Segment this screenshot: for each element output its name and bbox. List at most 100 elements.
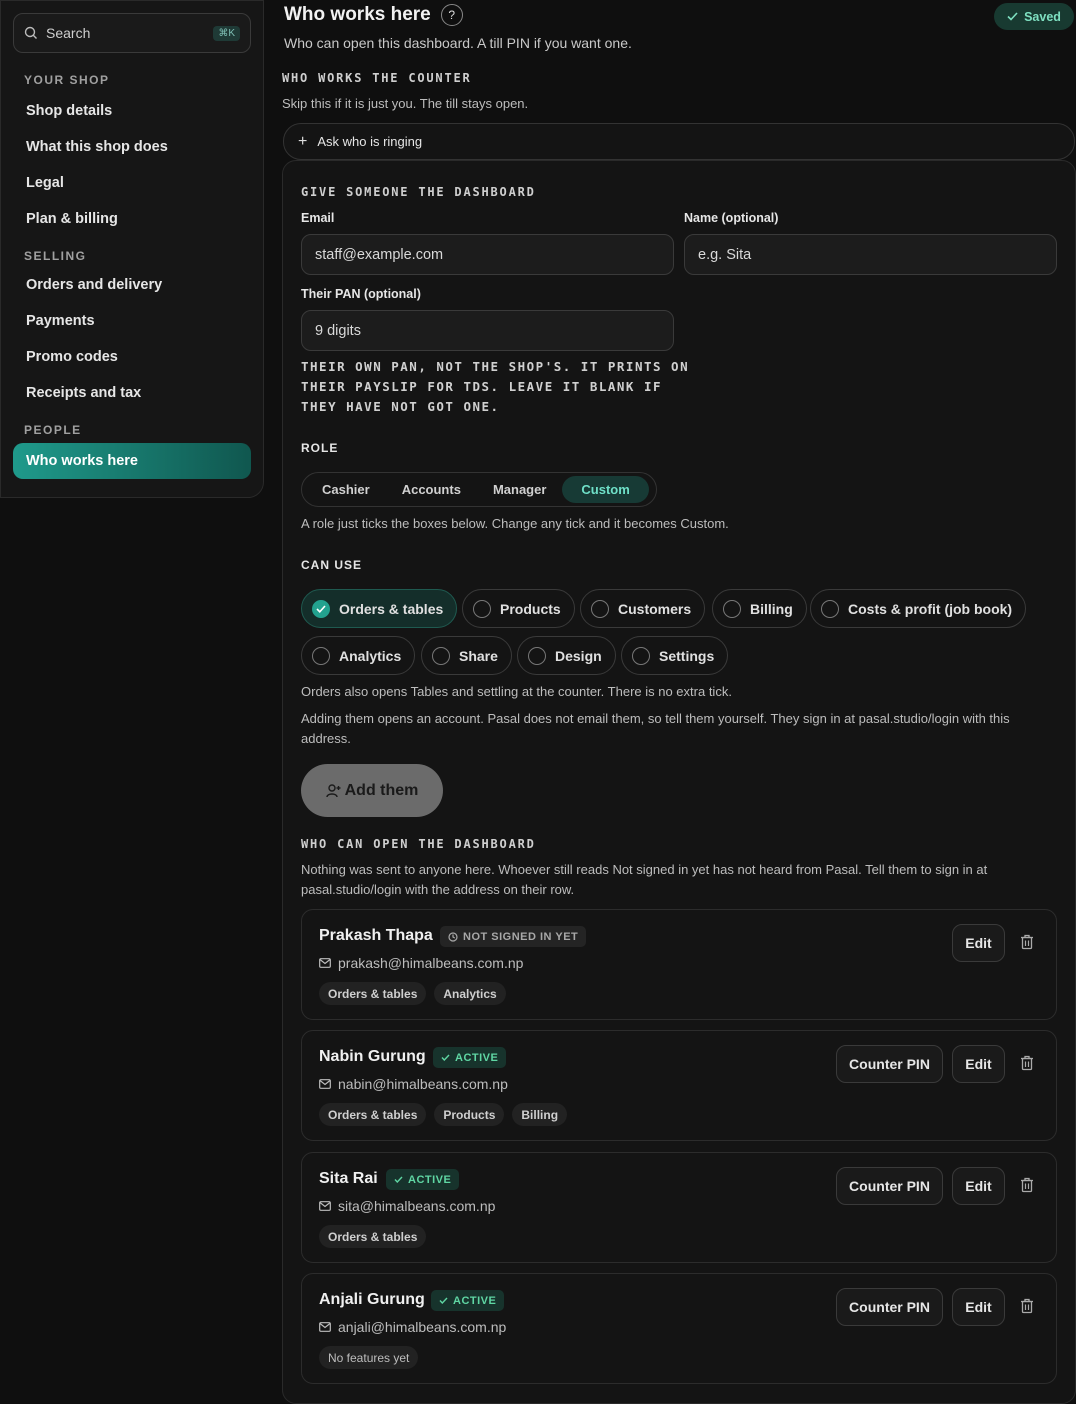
member-email: sita@himalbeans.com.np [319,1198,495,1214]
role-accounts[interactable]: Accounts [386,476,477,503]
mail-icon [319,958,331,968]
edit-button[interactable]: Edit [952,1167,1005,1205]
permission-costs-profit[interactable]: Costs & profit (job book) [810,589,1027,628]
check-icon [439,1297,448,1304]
mail-icon [319,1201,331,1211]
member-email: anjali@himalbeans.com.np [319,1319,506,1335]
member-tags: Orders & tables Products Billing [319,1103,568,1126]
sidebar-item-legal[interactable]: Legal [13,165,251,201]
name-label: Name (optional) [684,211,779,225]
email-text: nabin@himalbeans.com.np [338,1076,508,1092]
ask-label: Ask who is ringing [317,134,423,149]
account-note: Adding them opens an account. Pasal does… [301,711,1010,746]
member-email: nabin@himalbeans.com.np [319,1076,508,1092]
checkbox-icon [632,646,650,665]
member-tags: Orders & tables [319,1225,427,1248]
trash-icon[interactable] [1020,934,1034,950]
tag: Orders & tables [319,1103,427,1126]
counter-pin-button[interactable]: Counter PIN [836,1167,943,1205]
counter-pin-button[interactable]: Counter PIN [836,1288,943,1326]
tag: Orders & tables [319,1225,427,1248]
status-badge: NOT SIGNED IN YET [440,926,587,947]
add-them-button[interactable]: Add them [301,764,443,817]
role-note: A role just ticks the boxes below. Chang… [301,516,729,531]
member-card-sita: Sita Rai ACTIVE sita@himalbeans.com.np O… [301,1152,1057,1263]
permission-label: Orders & tables [339,600,444,617]
sidebar-item-payments[interactable]: Payments [13,303,251,339]
permission-products[interactable]: Products [462,589,575,628]
trash-icon[interactable] [1020,1177,1034,1193]
permission-settings[interactable]: Settings [621,636,729,675]
sidebar-section-your-shop: YOUR SHOP [24,73,110,87]
role-custom[interactable]: Custom [562,476,649,503]
permission-design[interactable]: Design [517,636,616,675]
email-label: Email [301,211,335,225]
trash-icon[interactable] [1020,1298,1034,1314]
member-tags: Orders & tables Analytics [319,982,506,1005]
sidebar: Search ⌘K YOUR SHOP Shop details What th… [0,0,264,498]
name-field[interactable]: e.g. Sita [684,234,1057,275]
sidebar-item-plan-billing[interactable]: Plan & billing [13,201,251,237]
plus-icon: + [298,132,308,150]
permission-analytics[interactable]: Analytics [301,636,416,675]
checkbox-icon [432,646,450,665]
sidebar-item-shop-details[interactable]: Shop details [13,93,251,129]
saved-badge: Saved [994,3,1074,30]
permission-label: Design [555,647,602,664]
page-title: Who works here [284,4,431,25]
email-text: prakash@himalbeans.com.np [338,955,524,971]
role-label: ROLE [301,441,339,455]
team-note: Nothing was sent to anyone here. Whoever… [301,862,988,897]
check-icon [394,1176,403,1183]
checkbox-icon [473,599,491,618]
role-manager[interactable]: Manager [477,476,562,503]
status-label: ACTIVE [455,1051,499,1064]
checkbox-icon [528,646,546,665]
clock-icon [448,931,458,942]
tag: Billing [512,1103,568,1126]
sidebar-item-promo-codes[interactable]: Promo codes [13,339,251,375]
edit-button[interactable]: Edit [952,1288,1005,1326]
add-user-icon [325,783,341,797]
email-field[interactable]: staff@example.com [301,234,674,275]
email-text: sita@himalbeans.com.np [338,1198,496,1214]
member-name: Prakash Thapa [319,927,433,944]
permission-label: Customers [618,600,692,617]
tag: Products [434,1103,505,1126]
status-badge: ACTIVE [433,1047,507,1068]
edit-button[interactable]: Edit [952,924,1005,962]
permission-label: Analytics [339,647,402,664]
permission-label: Products [500,600,561,617]
permission-share[interactable]: Share [421,636,512,675]
checkbox-icon [723,599,741,618]
permission-customers[interactable]: Customers [580,589,706,628]
search-input[interactable]: Search ⌘K [13,13,251,53]
sidebar-item-what-this-shop-does[interactable]: What this shop does [13,129,251,165]
member-name: Sita Rai [319,1170,378,1187]
can-use-label: CAN USE [301,558,363,572]
sidebar-item-who-works-here[interactable]: Who works here [13,443,251,479]
permission-orders-tables[interactable]: Orders & tables [301,589,458,628]
trash-icon[interactable] [1020,1055,1034,1071]
help-icon[interactable]: ? [440,4,463,26]
page-header: Who works here ? [284,4,463,26]
status-label: ACTIVE [408,1173,452,1186]
member-tags: No features yet [319,1346,419,1369]
permission-label: Costs & profit (job book) [848,600,1013,617]
sidebar-section-people: PEOPLE [24,423,82,437]
role-cashier[interactable]: Cashier [306,476,386,503]
edit-button[interactable]: Edit [952,1045,1005,1083]
counter-heading: WHO WORKS THE COUNTER [282,71,472,85]
member-name: Nabin Gurung [319,1048,426,1065]
sidebar-item-receipts-tax[interactable]: Receipts and tax [13,375,251,411]
search-label: Search [46,25,91,41]
permission-billing[interactable]: Billing [712,589,807,628]
role-selector: Cashier Accounts Manager Custom [301,472,657,507]
counter-pin-button[interactable]: Counter PIN [836,1045,943,1083]
form-heading: GIVE SOMEONE THE DASHBOARD [301,185,536,199]
sidebar-item-orders-delivery[interactable]: Orders and delivery [13,267,251,303]
permission-label: Share [459,647,498,664]
status-badge: ACTIVE [386,1169,460,1190]
ask-who-is-ringing-button[interactable]: + Ask who is ringing [283,123,1075,160]
pan-field[interactable]: 9 digits [301,310,674,351]
